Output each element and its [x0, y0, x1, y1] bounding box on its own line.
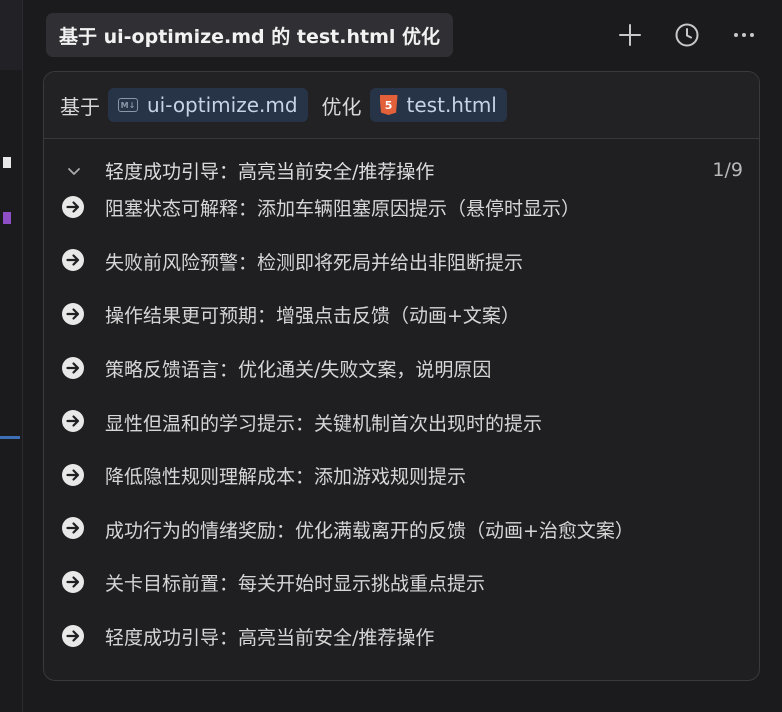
- context-prefix: 基于: [60, 94, 100, 119]
- arrow-circle-right-icon: [62, 570, 84, 593]
- html5-icon: 5: [379, 95, 398, 115]
- task-item[interactable]: 阻塞状态可解释：添加车辆阻塞原因提示（悬停时显示）: [44, 181, 759, 235]
- task-item[interactable]: 降低隐性规则理解成本：添加游戏规则提示: [44, 449, 759, 503]
- task-item-label: 操作结果更可预期：增强点击反馈（动画+文案）: [105, 305, 520, 328]
- arrow-circle-right-icon: [62, 517, 84, 540]
- task-item[interactable]: 失败前风险预警：检测即将死局并给出非阻断提示: [44, 235, 759, 289]
- task-item[interactable]: 显性但温和的学习提示：关键机制首次出现时的提示: [44, 395, 759, 449]
- chat-title[interactable]: 基于 ui-optimize.md 的 test.html 优化: [46, 13, 454, 57]
- task-item-label: 阻塞状态可解释：添加车辆阻塞原因提示（悬停时显示）: [105, 198, 581, 221]
- task-item[interactable]: 策略反馈语言：优化通关/失败文案，说明原因: [44, 342, 759, 396]
- chat-header: 基于 ui-optimize.md 的 test.html 优化: [46, 13, 782, 57]
- more-options-button[interactable]: [728, 19, 760, 51]
- task-item-label: 显性但温和的学习提示：关键机制首次出现时的提示: [105, 412, 543, 435]
- task-item[interactable]: 操作结果更可预期：增强点击反馈（动画+文案）: [44, 288, 759, 342]
- task-item-label: 成功行为的情绪奖励：优化满载离开的反馈（动画+治愈文案）: [105, 519, 634, 542]
- plus-icon: [619, 24, 641, 46]
- gutter-marker-purple: [3, 212, 11, 224]
- context-row: 基于 M↓ ui-optimize.md 优化 5 test.html: [44, 72, 759, 139]
- task-item-label: 轻度成功引导：高亮当前安全/推荐操作: [105, 627, 435, 650]
- task-item[interactable]: 成功行为的情绪奖励：优化满载离开的反馈（动画+治愈文案）: [44, 503, 759, 557]
- arrow-circle-right-icon: [62, 249, 84, 272]
- source-file-name: ui-optimize.md: [147, 93, 298, 117]
- new-chat-button[interactable]: [614, 19, 646, 51]
- task-item[interactable]: 关卡目标前置：每关开始时显示挑战重点提示: [44, 556, 759, 610]
- context-middle: 优化: [321, 94, 362, 119]
- arrow-circle-right-icon: [62, 463, 84, 486]
- task-item[interactable]: 轻度成功引导：高亮当前安全/推荐操作: [44, 610, 759, 664]
- arrow-circle-right-icon: [62, 410, 84, 433]
- clock-icon: [675, 23, 699, 47]
- task-item-label: 策略反馈语言：优化通关/失败文案，说明原因: [105, 359, 492, 382]
- editor-gutter: [0, 0, 23, 712]
- task-item-label: 降低隐性规则理解成本：添加游戏规则提示: [105, 466, 467, 489]
- target-file-chip[interactable]: 5 test.html: [369, 88, 507, 122]
- markdown-icon: M↓: [118, 98, 138, 112]
- task-list: 阻塞状态可解释：添加车辆阻塞原因提示（悬停时显示） 失败前风险预警：检测即将死局…: [44, 181, 759, 663]
- arrow-circle-right-icon: [62, 356, 84, 379]
- source-file-chip[interactable]: M↓ ui-optimize.md: [108, 88, 308, 122]
- more-icon: [734, 33, 754, 37]
- editor-tab-area: [0, 0, 22, 70]
- gutter-marker: [3, 157, 11, 168]
- arrow-circle-right-icon: [62, 624, 84, 647]
- arrow-circle-right-icon: [62, 302, 84, 325]
- task-item-label: 关卡目标前置：每关开始时显示挑战重点提示: [105, 573, 486, 596]
- task-panel: 基于 M↓ ui-optimize.md 优化 5 test.html 轻度成功…: [43, 71, 760, 681]
- history-button[interactable]: [671, 19, 703, 51]
- task-counter: 1/9: [712, 159, 743, 181]
- arrow-circle-right-icon: [62, 195, 84, 218]
- gutter-line-blue: [0, 436, 20, 439]
- task-item-label: 失败前风险预警：检测即将死局并给出非阻断提示: [105, 251, 524, 274]
- current-task-label: 轻度成功引导：高亮当前安全/推荐操作: [105, 160, 435, 183]
- chevron-down-icon[interactable]: [64, 161, 84, 181]
- target-file-name: test.html: [406, 93, 497, 117]
